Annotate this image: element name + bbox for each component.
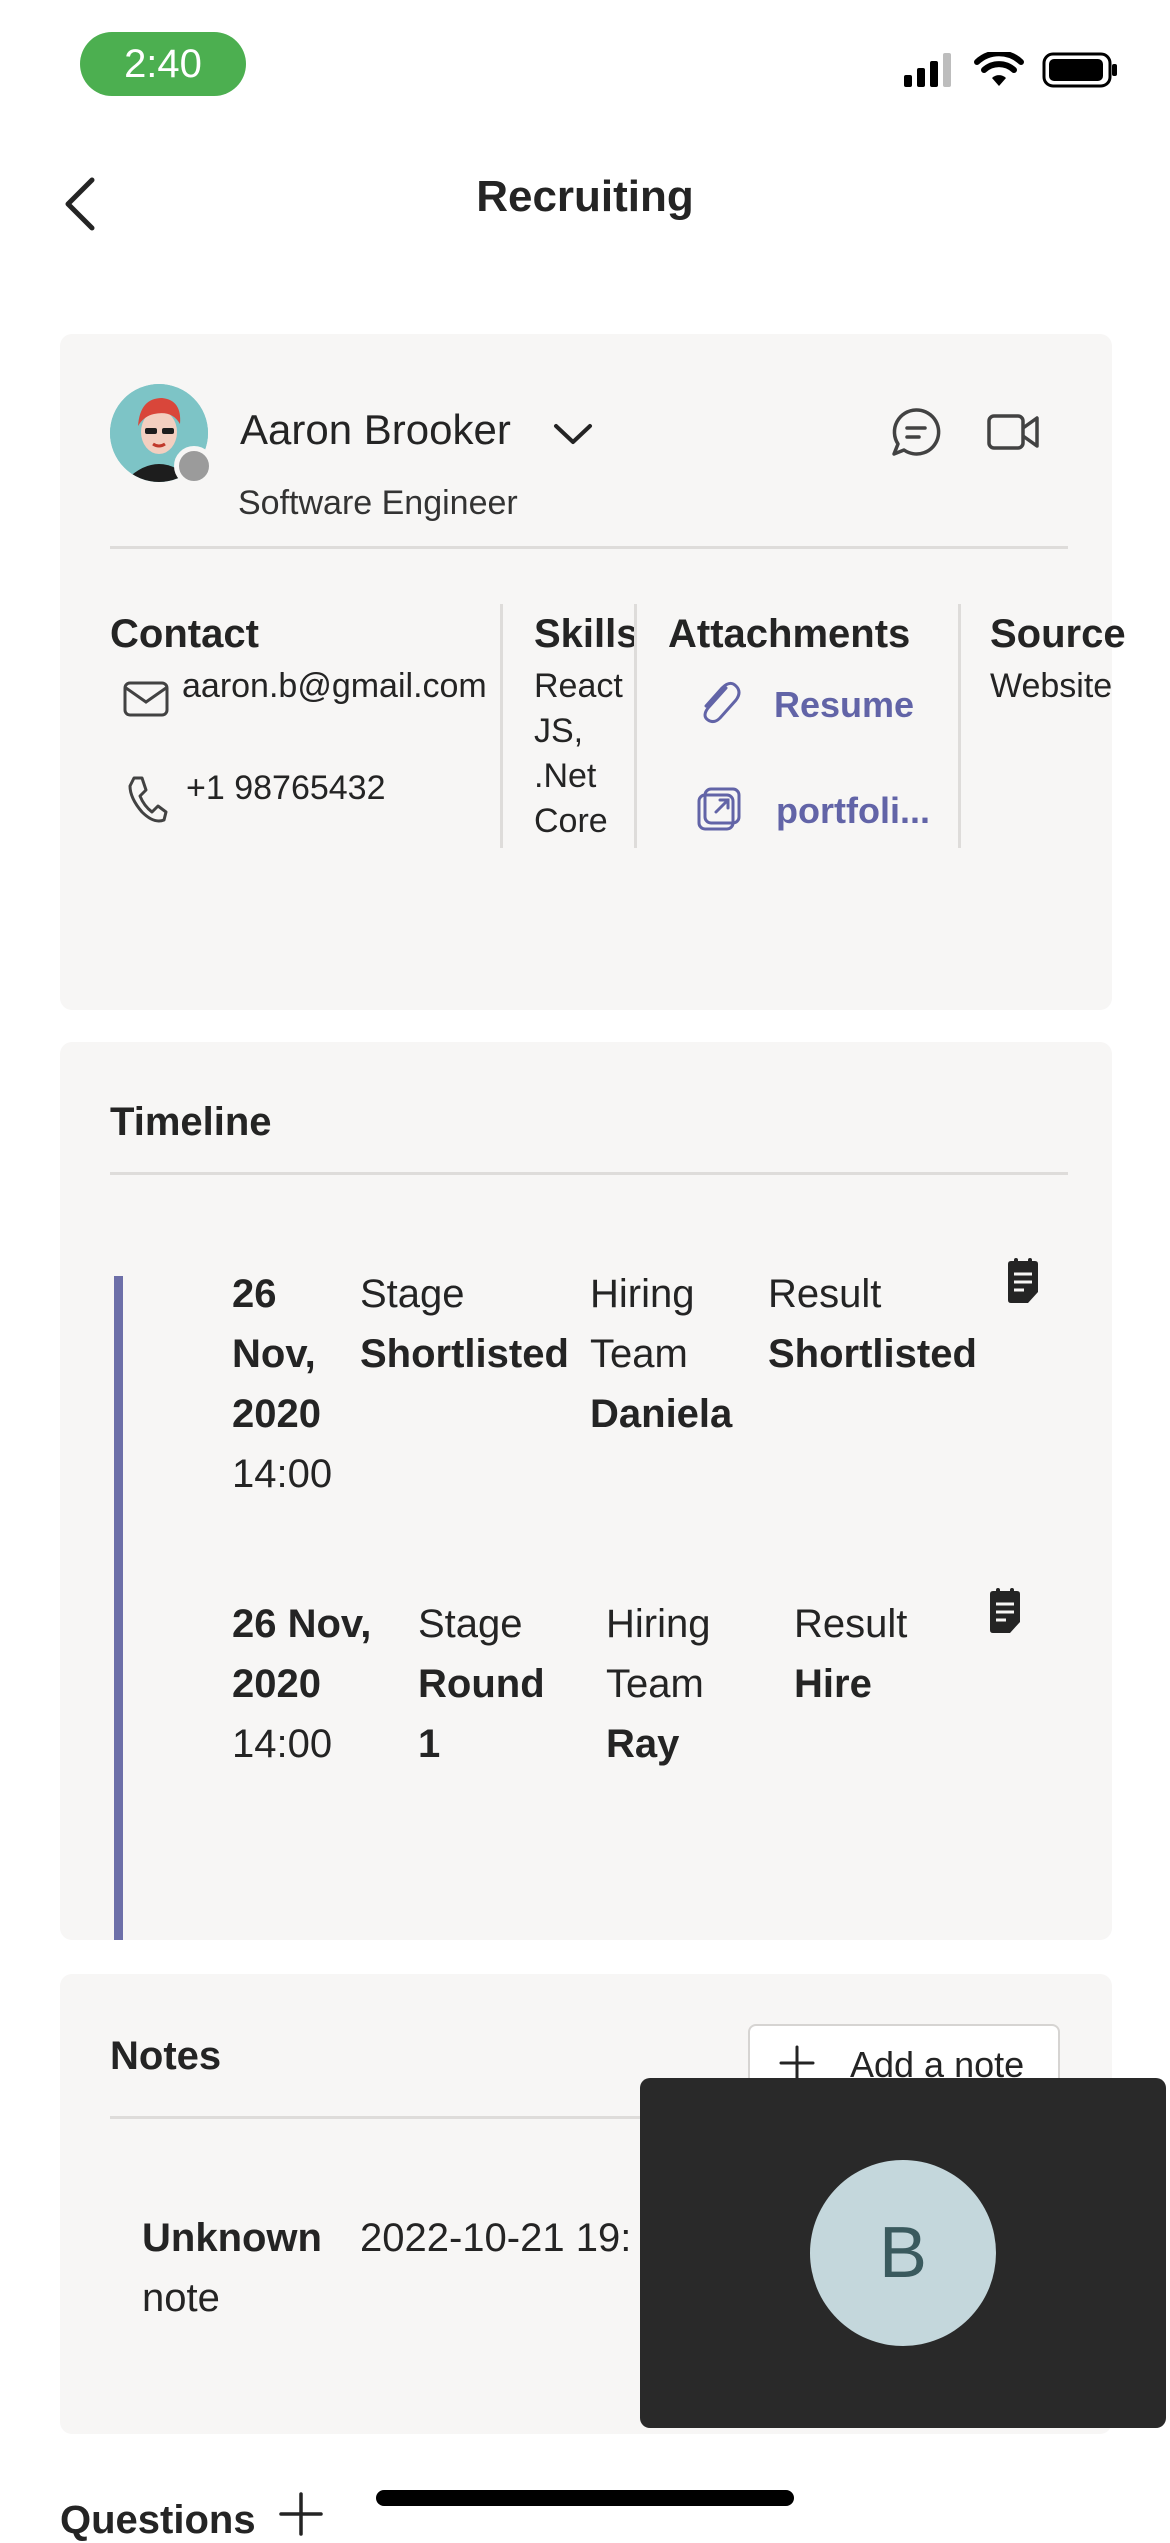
source-value: Website [990, 667, 1113, 705]
hiring-team-label: Hiring [590, 1272, 695, 1316]
attachment-portfolio-link[interactable]: portfoli... [776, 790, 930, 832]
phone-icon [128, 776, 168, 823]
hiring-team-value: Daniela [590, 1392, 733, 1436]
skills-title: Skills [534, 612, 639, 656]
questions-title: Questions [60, 2498, 256, 2542]
timeline-date: 26 [232, 1272, 277, 1316]
note-author: Unknown [142, 2216, 322, 2260]
source-title: Source [990, 612, 1126, 656]
timeline-date: Nov, [232, 1332, 316, 1376]
hiring-team-value: Ray [606, 1722, 680, 1766]
candidate-name[interactable]: Aaron Brooker [240, 406, 511, 454]
note-icon[interactable] [986, 1588, 1024, 1636]
candidate-role: Software Engineer [238, 484, 518, 522]
video-call-icon[interactable] [986, 412, 1040, 452]
stage-value: Round [418, 1662, 545, 1706]
timeline-date: 2020 [232, 1392, 321, 1436]
external-link-icon [697, 787, 741, 831]
result-label: Result [794, 1602, 908, 1646]
home-indicator[interactable] [376, 2490, 794, 2506]
stage-label: Stage [418, 1602, 523, 1646]
hiring-team-label: Team [590, 1332, 688, 1376]
timeline-date: 26 Nov, [232, 1602, 372, 1646]
profile-divider [110, 546, 1068, 549]
result-value: Shortlisted [768, 1332, 977, 1376]
presence-status-icon [174, 446, 214, 486]
skills-line: React [534, 667, 623, 705]
signal-icon [904, 53, 951, 87]
notes-title: Notes [110, 2034, 222, 2078]
contact-email[interactable]: aaron.b@gmail.com [182, 664, 487, 709]
contact-title: Contact [110, 612, 259, 656]
column-separator [634, 604, 637, 848]
plus-icon [779, 2045, 815, 2081]
mail-icon [123, 681, 169, 717]
wifi-icon [974, 52, 1024, 86]
contact-phone[interactable]: +1 98765432 [186, 766, 385, 811]
stage-value: Shortlisted [360, 1332, 569, 1376]
timeline-card [60, 1042, 1112, 1940]
page-title: Recruiting [476, 172, 694, 221]
timeline-time: 14:00 [232, 1452, 333, 1496]
timeline-divider [110, 1172, 1068, 1175]
chat-icon[interactable] [890, 406, 942, 458]
call-overlay[interactable]: B [640, 2078, 1166, 2428]
attachment-resume-link[interactable]: Resume [774, 684, 914, 726]
plus-icon[interactable] [278, 2490, 324, 2536]
skills-line: Core [534, 802, 608, 840]
column-separator [958, 604, 961, 848]
result-value: Hire [794, 1662, 872, 1706]
timeline-time: 14:00 [232, 1722, 333, 1766]
hiring-team-label: Hiring [606, 1602, 711, 1646]
chevron-down-icon[interactable] [552, 420, 594, 448]
result-label: Result [768, 1272, 882, 1316]
caller-avatar: B [810, 2160, 996, 2346]
attachments-title: Attachments [668, 612, 911, 656]
status-time: 2:40 [80, 32, 246, 96]
status-icons [904, 52, 1118, 88]
column-separator [500, 604, 503, 848]
timeline-rail [114, 1276, 123, 1940]
stage-value: 1 [418, 1722, 441, 1766]
note-author: note [142, 2276, 220, 2320]
paperclip-icon [703, 681, 741, 724]
timeline-title: Timeline [110, 1100, 272, 1144]
timeline-date: 2020 [232, 1662, 321, 1706]
stage-label: Stage [360, 1272, 465, 1316]
battery-icon [1042, 52, 1117, 88]
hiring-team-label: Team [606, 1662, 704, 1706]
note-icon[interactable] [1004, 1258, 1042, 1306]
skills-line: .Net [534, 757, 597, 795]
skills-line: JS, [534, 712, 584, 750]
note-timestamp: 2022-10-21 19: [360, 2216, 632, 2260]
